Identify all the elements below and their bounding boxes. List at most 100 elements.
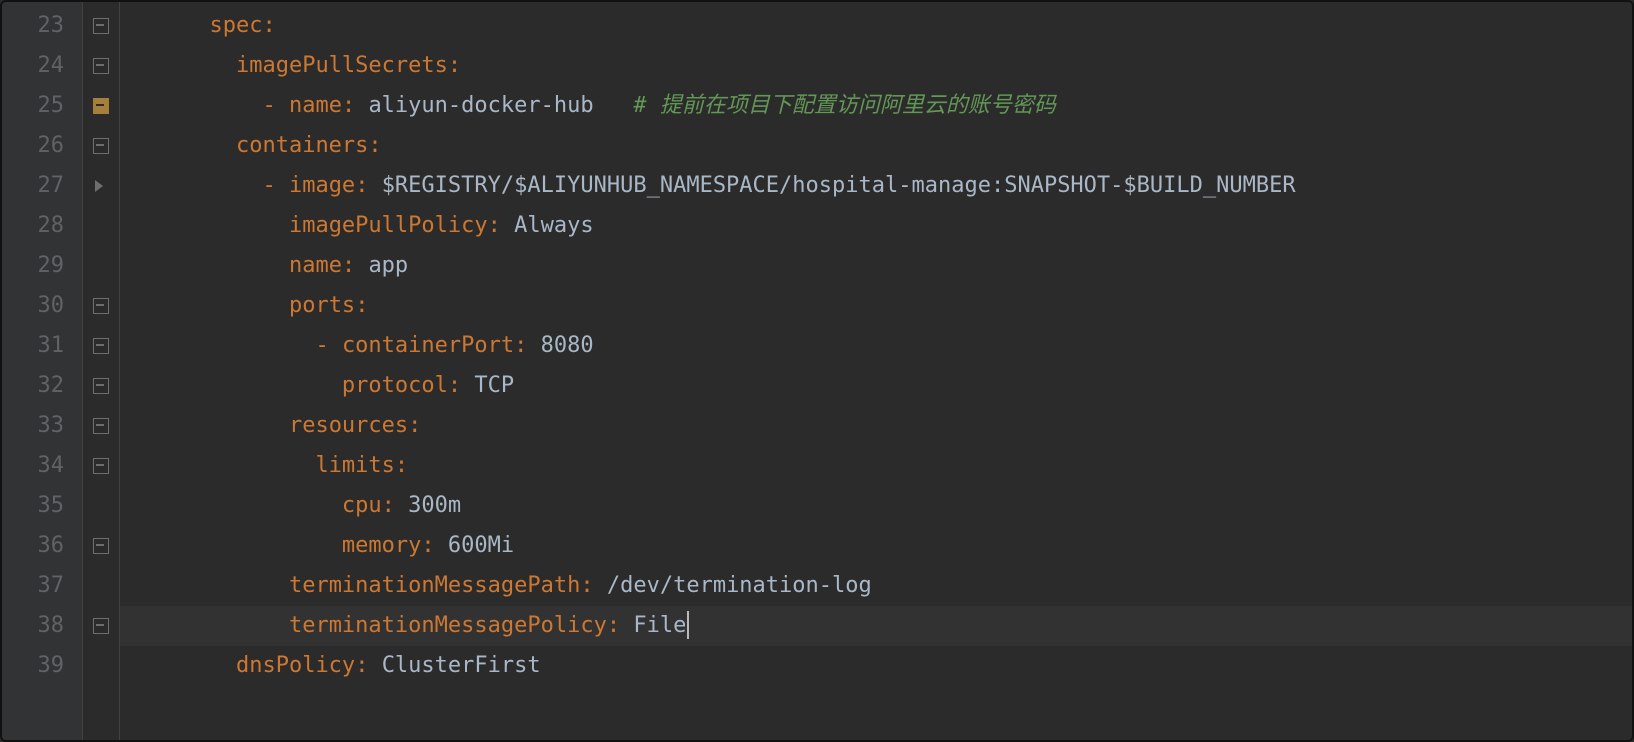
code-token — [130, 533, 342, 558]
code-token — [130, 133, 236, 158]
code-token: dnsPolicy — [236, 653, 355, 678]
code-token: : — [355, 173, 382, 198]
code-token — [130, 413, 289, 438]
fold-collapse-icon[interactable] — [93, 138, 109, 154]
line-number: 39 — [2, 646, 82, 686]
code-line[interactable]: memory: 600Mi — [120, 526, 1632, 566]
fold-marker[interactable] — [83, 206, 119, 246]
fold-collapse-icon[interactable] — [93, 618, 109, 634]
code-token — [130, 333, 315, 358]
code-line[interactable]: cpu: 300m — [120, 486, 1632, 526]
fold-marker[interactable] — [83, 126, 119, 166]
code-token: ClusterFirst — [382, 653, 541, 678]
code-area[interactable]: spec: imagePullSecrets: - name: aliyun-d… — [120, 2, 1632, 740]
fold-collapse-icon[interactable] — [93, 58, 109, 74]
fold-highlight-icon[interactable] — [93, 98, 109, 114]
fold-arrow-icon[interactable] — [95, 180, 103, 192]
code-line[interactable]: name: app — [120, 246, 1632, 286]
code-token: ports — [289, 293, 355, 318]
fold-collapse-icon[interactable] — [93, 538, 109, 554]
code-line[interactable]: spec: — [120, 6, 1632, 46]
code-token: terminationMessagePath — [289, 573, 580, 598]
fold-marker[interactable] — [83, 46, 119, 86]
code-token: : — [395, 453, 408, 478]
code-token: 8080 — [541, 333, 594, 358]
line-number: 23 — [2, 6, 82, 46]
code-line[interactable]: imagePullPolicy: Always — [120, 206, 1632, 246]
code-token — [130, 453, 315, 478]
fold-marker[interactable] — [83, 566, 119, 606]
code-token: 300m — [408, 493, 461, 518]
fold-collapse-icon[interactable] — [93, 418, 109, 434]
line-number: 33 — [2, 406, 82, 446]
code-token — [130, 213, 289, 238]
fold-collapse-icon[interactable] — [93, 458, 109, 474]
code-token: - — [315, 333, 342, 358]
fold-marker[interactable] — [83, 606, 119, 646]
fold-collapse-icon[interactable] — [93, 378, 109, 394]
code-token: $REGISTRY/$ALIYUNHUB_NAMESPACE/hospital-… — [382, 173, 1296, 198]
code-token: - — [262, 173, 289, 198]
line-number: 38 — [2, 606, 82, 646]
code-token — [130, 613, 289, 638]
code-line[interactable]: resources: — [120, 406, 1632, 446]
code-line[interactable]: - containerPort: 8080 — [120, 326, 1632, 366]
code-token: : — [382, 493, 409, 518]
code-token: : — [355, 653, 382, 678]
line-number: 24 — [2, 46, 82, 86]
code-line[interactable]: containers: — [120, 126, 1632, 166]
code-token: # 提前在项目下配置访问阿里云的账号密码 — [633, 93, 1056, 118]
code-line[interactable]: dnsPolicy: ClusterFirst — [120, 646, 1632, 686]
code-token: imagePullSecrets — [236, 53, 448, 78]
line-number: 28 — [2, 206, 82, 246]
code-token: cpu — [342, 493, 382, 518]
code-token — [130, 373, 342, 398]
code-token: : — [368, 133, 381, 158]
line-number: 31 — [2, 326, 82, 366]
fold-marker[interactable] — [83, 246, 119, 286]
fold-marker[interactable] — [83, 526, 119, 566]
code-line[interactable]: imagePullSecrets: — [120, 46, 1632, 86]
code-line[interactable]: ports: — [120, 286, 1632, 326]
code-token: image — [289, 173, 355, 198]
line-number: 27 — [2, 166, 82, 206]
line-number: 36 — [2, 526, 82, 566]
code-line[interactable]: limits: — [120, 446, 1632, 486]
fold-marker[interactable] — [83, 326, 119, 366]
code-line[interactable]: terminationMessagePath: /dev/termination… — [120, 566, 1632, 606]
code-token — [130, 13, 209, 38]
code-token: spec — [209, 13, 262, 38]
fold-marker[interactable] — [83, 646, 119, 686]
code-token: : — [607, 613, 634, 638]
fold-marker[interactable] — [83, 446, 119, 486]
fold-marker[interactable] — [83, 486, 119, 526]
fold-collapse-icon[interactable] — [93, 18, 109, 34]
code-token: : — [488, 213, 515, 238]
code-token: : — [355, 293, 368, 318]
fold-marker[interactable] — [83, 6, 119, 46]
fold-marker[interactable] — [83, 86, 119, 126]
code-token: /dev/termination-log — [607, 573, 872, 598]
line-number: 30 — [2, 286, 82, 326]
code-token: terminationMessagePolicy — [289, 613, 607, 638]
code-token: containers — [236, 133, 368, 158]
fold-marker[interactable] — [83, 286, 119, 326]
code-editor[interactable]: 2324252627282930313233343536373839 spec:… — [0, 0, 1634, 742]
fold-collapse-icon[interactable] — [93, 298, 109, 314]
code-line[interactable]: - name: aliyun-docker-hub # 提前在项目下配置访问阿里… — [120, 86, 1632, 126]
fold-gutter[interactable] — [83, 2, 120, 740]
code-token: : — [342, 93, 369, 118]
fold-marker[interactable] — [83, 406, 119, 446]
code-token: : — [421, 533, 448, 558]
code-token: limits — [315, 453, 394, 478]
code-line[interactable]: terminationMessagePolicy: File — [120, 606, 1632, 646]
line-number: 26 — [2, 126, 82, 166]
code-line[interactable]: - image: $REGISTRY/$ALIYUNHUB_NAMESPACE/… — [120, 166, 1632, 206]
code-token: : — [514, 333, 541, 358]
code-token: File — [633, 613, 686, 638]
code-line[interactable]: protocol: TCP — [120, 366, 1632, 406]
fold-marker[interactable] — [83, 166, 119, 206]
line-number: 37 — [2, 566, 82, 606]
fold-marker[interactable] — [83, 366, 119, 406]
fold-collapse-icon[interactable] — [93, 338, 109, 354]
